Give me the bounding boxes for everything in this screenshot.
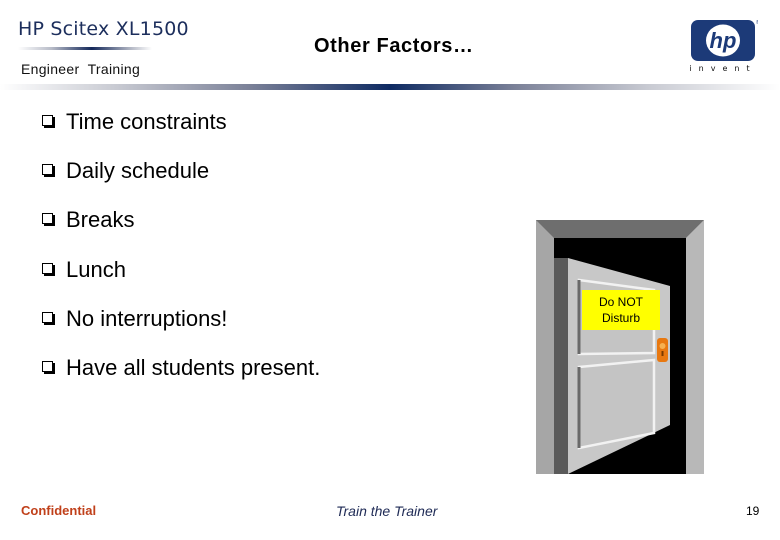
bullet-text: No interruptions! [66, 305, 228, 331]
door-illustration: Do NOT Disturb [536, 220, 704, 474]
door-frame-right [686, 220, 704, 474]
bullet-item: Time constraints [42, 97, 320, 146]
logo-text: hp [710, 28, 737, 53]
bullet-text: Have all students present. [66, 355, 321, 381]
checkbox-bullet-icon [42, 361, 56, 375]
logo-tagline: invent [689, 64, 757, 73]
bullet-list: Time constraints Daily schedule Breaks L… [42, 97, 320, 393]
door-edge [554, 258, 568, 474]
bullet-item: No interruptions! [42, 294, 320, 343]
bullet-text: Daily schedule [66, 157, 210, 183]
checkbox-bullet-icon [42, 262, 56, 277]
logo-registered-mark: ® [756, 19, 758, 26]
product-name: HP Scitex XL1500 [18, 18, 189, 40]
slide-title: Other Factors… [314, 35, 474, 57]
bullet-text: Lunch [66, 256, 126, 282]
bullet-text: Time constraints [66, 108, 227, 134]
checkbox-bullet-icon [42, 311, 56, 326]
door-frame-top [536, 220, 704, 238]
door-knob-icon [657, 338, 668, 362]
bullet-item: Breaks [42, 196, 320, 245]
header-divider [0, 84, 780, 90]
brand-underline [18, 47, 152, 50]
bullet-item: Lunch [42, 245, 320, 294]
bullet-item: Have all students present. [42, 343, 320, 392]
bullet-item: Daily schedule [42, 146, 320, 195]
page-number: 19 [746, 504, 760, 518]
checkbox-bullet-icon [42, 114, 56, 129]
sign-line-1: Do NOT [599, 295, 644, 309]
checkbox-bullet-icon [42, 213, 56, 227]
sign-line-2: Disturb [602, 311, 640, 325]
footer-title: Train the Trainer [336, 503, 438, 519]
checkbox-bullet-icon [42, 163, 56, 178]
door-lower-panel [577, 358, 656, 450]
door-knob-highlight [659, 343, 666, 349]
bullet-text: Breaks [66, 207, 135, 233]
header-subtitle: Engineer Training [21, 61, 141, 77]
door-keyhole [661, 351, 664, 356]
hp-logo-icon: hp ® [691, 19, 758, 61]
confidential-label: Confidential [21, 503, 97, 518]
